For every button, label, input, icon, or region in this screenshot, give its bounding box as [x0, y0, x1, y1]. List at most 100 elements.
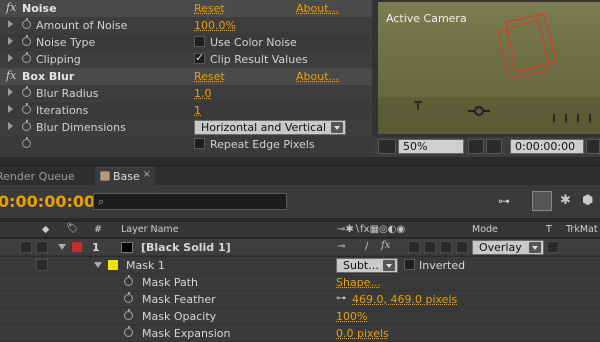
label-column-icon[interactable]: ◆	[42, 224, 49, 235]
mask-row[interactable]: Mask 1 Subt... Inverted	[0, 257, 600, 274]
layer-row[interactable]: 1 [Black Solid 1] ⊸ ∕ fx Overlay	[0, 239, 600, 256]
mask-property-row: Mask Feather ⊶ 469.0, 469.0 pixels	[0, 291, 600, 308]
twirl-down-icon[interactable]	[94, 262, 102, 268]
clip-result-values-checkbox[interactable]	[194, 51, 205, 64]
camera-snapshot-icon[interactable]	[586, 139, 600, 154]
viewer-toolbar: 50% 0:00:00:00	[372, 137, 600, 157]
quality-switch-icon[interactable]: ∕	[365, 241, 368, 252]
viewer-timecode-field[interactable]: 0:00:00:00	[510, 139, 584, 154]
column-number[interactable]: #	[94, 224, 102, 235]
stopwatch-icon[interactable]	[22, 103, 31, 114]
tab-base-label: Base	[113, 170, 140, 183]
mask-feather-label: Mask Feather	[142, 293, 216, 306]
blur-radius-value[interactable]: 1.0	[194, 87, 212, 100]
mask-feather-value[interactable]: 469.0, 469.0 pixels	[352, 293, 457, 306]
use-color-noise-checkbox[interactable]	[194, 36, 205, 47]
brainstorm-icon[interactable]: ✱	[560, 193, 571, 208]
mask-inverted-checkbox[interactable]	[404, 259, 415, 270]
repeat-edge-pixels-label: Repeat Edge Pixels	[210, 138, 315, 151]
noise-about-link[interactable]: About...	[296, 2, 339, 15]
box-blur-about-link[interactable]: About...	[296, 70, 339, 83]
frame-blend-switch[interactable]	[408, 241, 420, 253]
mask-property-row: Mask Expansion 0.0 pixels	[0, 325, 600, 342]
iterations-value[interactable]: 1	[194, 104, 201, 117]
mask-property-row: Mask Path Shape...	[0, 274, 600, 291]
preserve-transparency-switch[interactable]	[547, 241, 559, 253]
tab-render-queue[interactable]: Render Queue	[0, 166, 75, 186]
cube-icon[interactable]: ⬢	[582, 193, 593, 208]
twirl-arrow-icon[interactable]	[8, 37, 13, 45]
mask-opacity-value[interactable]: 100%	[336, 310, 367, 323]
region-of-interest-icon[interactable]	[468, 139, 484, 154]
twirl-arrow-icon[interactable]	[8, 20, 13, 28]
blur-dimensions-dropdown[interactable]: Horizontal and Vertical	[194, 120, 346, 135]
clip-result-values-label: Clip Result Values	[210, 53, 308, 66]
always-preview-icon[interactable]	[378, 139, 396, 154]
twirl-arrow-icon[interactable]	[8, 54, 13, 62]
chevron-down-icon	[331, 122, 343, 133]
column-layer-name[interactable]: Layer Name	[121, 224, 179, 235]
transparency-grid-icon[interactable]	[486, 139, 502, 154]
solo-switch[interactable]	[20, 241, 32, 253]
tab-base[interactable]: Base ×	[95, 166, 155, 186]
noise-reset-link[interactable]: Reset	[194, 2, 225, 15]
zoom-dropdown[interactable]: 50%	[398, 139, 464, 154]
chevron-down-icon	[383, 260, 395, 271]
mask-expansion-value[interactable]: 0.0 pixels	[336, 327, 389, 340]
lock-switch[interactable]	[36, 241, 48, 253]
use-color-noise-label: Use Color Noise	[210, 36, 297, 49]
stopwatch-icon[interactable]	[124, 309, 133, 320]
layer-label-color[interactable]	[72, 242, 82, 252]
stopwatch-icon[interactable]	[22, 137, 31, 148]
effect-title-box-blur: Box Blur	[22, 70, 75, 83]
composition-viewer: Active Camera 50% 0:00:00:00	[372, 0, 600, 157]
stopwatch-icon[interactable]	[22, 18, 31, 29]
effect-header-noise[interactable]: fx Noise Reset About...	[0, 0, 372, 17]
column-trkmat[interactable]: TrkMat	[566, 224, 598, 235]
3d-layer-switch[interactable]	[456, 241, 468, 253]
adjustment-layer-switch[interactable]	[440, 241, 452, 253]
composition-icon	[100, 171, 110, 181]
amount-of-noise-value[interactable]: 100.0%	[194, 19, 236, 32]
stopwatch-icon[interactable]	[124, 326, 133, 337]
mask-name[interactable]: Mask 1	[126, 259, 165, 272]
shy-switch-icon[interactable]: ⊸	[337, 241, 345, 252]
twirl-arrow-icon[interactable]	[8, 88, 13, 96]
mask-path-value[interactable]: Shape...	[336, 276, 381, 289]
twirl-arrow-icon[interactable]	[8, 105, 13, 113]
mask-property-row: Mask Opacity 100%	[0, 308, 600, 325]
column-mode[interactable]: Mode	[472, 224, 498, 235]
property-row-blur-dimensions: Blur Dimensions Horizontal and Vertical	[0, 119, 372, 136]
mask-label-color[interactable]	[108, 260, 118, 270]
draft-3d-icon[interactable]: ⊶	[498, 194, 510, 208]
blur-dimensions-label: Blur Dimensions	[36, 121, 126, 134]
box-blur-reset-link[interactable]: Reset	[194, 70, 225, 83]
constrain-proportions-icon[interactable]: ⊶	[336, 293, 346, 304]
mask-expansion-label: Mask Expansion	[142, 327, 231, 340]
motion-blur-switch-icon[interactable]	[532, 191, 552, 211]
current-time-display[interactable]: 0:00:00:00	[0, 192, 95, 211]
stopwatch-icon[interactable]	[22, 35, 31, 46]
stopwatch-icon[interactable]	[22, 120, 31, 131]
layer-search-input[interactable]: ⌕	[93, 193, 287, 210]
stopwatch-icon[interactable]	[22, 86, 31, 97]
mask-mode-dropdown[interactable]: Subt...	[336, 258, 398, 273]
tag-icon[interactable]: 🏷	[66, 223, 79, 234]
twirl-down-icon[interactable]	[58, 244, 66, 250]
motion-blur-switch[interactable]	[424, 241, 436, 253]
layer-mode-dropdown[interactable]: Overlay	[472, 240, 544, 255]
composition-canvas[interactable]: Active Camera	[378, 2, 600, 134]
twirl-arrow-icon[interactable]	[8, 122, 13, 130]
column-t[interactable]: T	[546, 224, 552, 235]
chevron-down-icon	[529, 242, 541, 253]
stopwatch-icon[interactable]	[124, 292, 133, 303]
close-icon[interactable]: ×	[143, 169, 151, 180]
lock-switch[interactable]	[36, 259, 48, 271]
mask-mode-value: Subt...	[343, 259, 379, 272]
fx-icon[interactable]: fx	[381, 240, 390, 251]
stopwatch-icon[interactable]	[22, 52, 31, 63]
stopwatch-icon[interactable]	[124, 275, 133, 286]
layer-name[interactable]: [Black Solid 1]	[141, 241, 231, 254]
repeat-edge-pixels-checkbox[interactable]	[194, 138, 205, 149]
effect-header-box-blur[interactable]: fx Box Blur Reset About...	[0, 68, 372, 85]
